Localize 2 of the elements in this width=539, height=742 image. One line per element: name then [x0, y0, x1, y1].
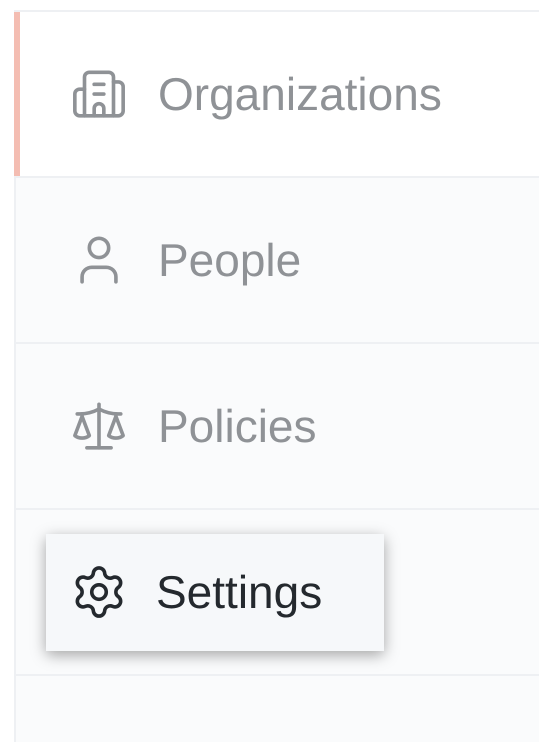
sidebar-item[interactable]: Organizations — [16, 12, 539, 178]
sidebar-item[interactable]: Settings — [46, 534, 384, 650]
